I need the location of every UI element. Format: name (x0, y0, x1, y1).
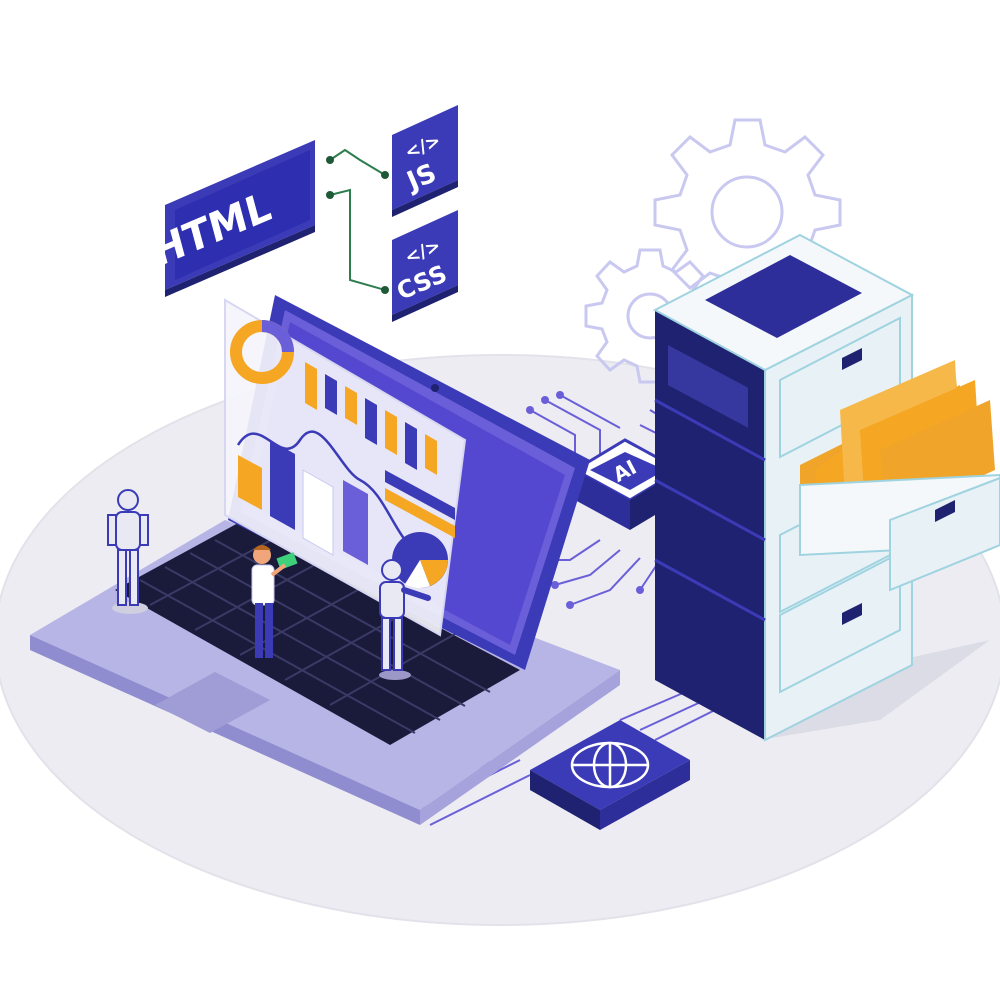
connector-dots (326, 156, 389, 294)
isometric-web-dev-illustration: AI HTML </> JS </> CSS (0, 105, 1000, 926)
pie-chart-icon (392, 532, 448, 589)
globe-icon (570, 741, 650, 789)
css-tag-badge: </> CSS (392, 210, 458, 322)
html-tag-badge: HTML (148, 140, 315, 297)
js-tag-badge: </> JS (392, 105, 458, 217)
code-connectors (329, 148, 386, 291)
